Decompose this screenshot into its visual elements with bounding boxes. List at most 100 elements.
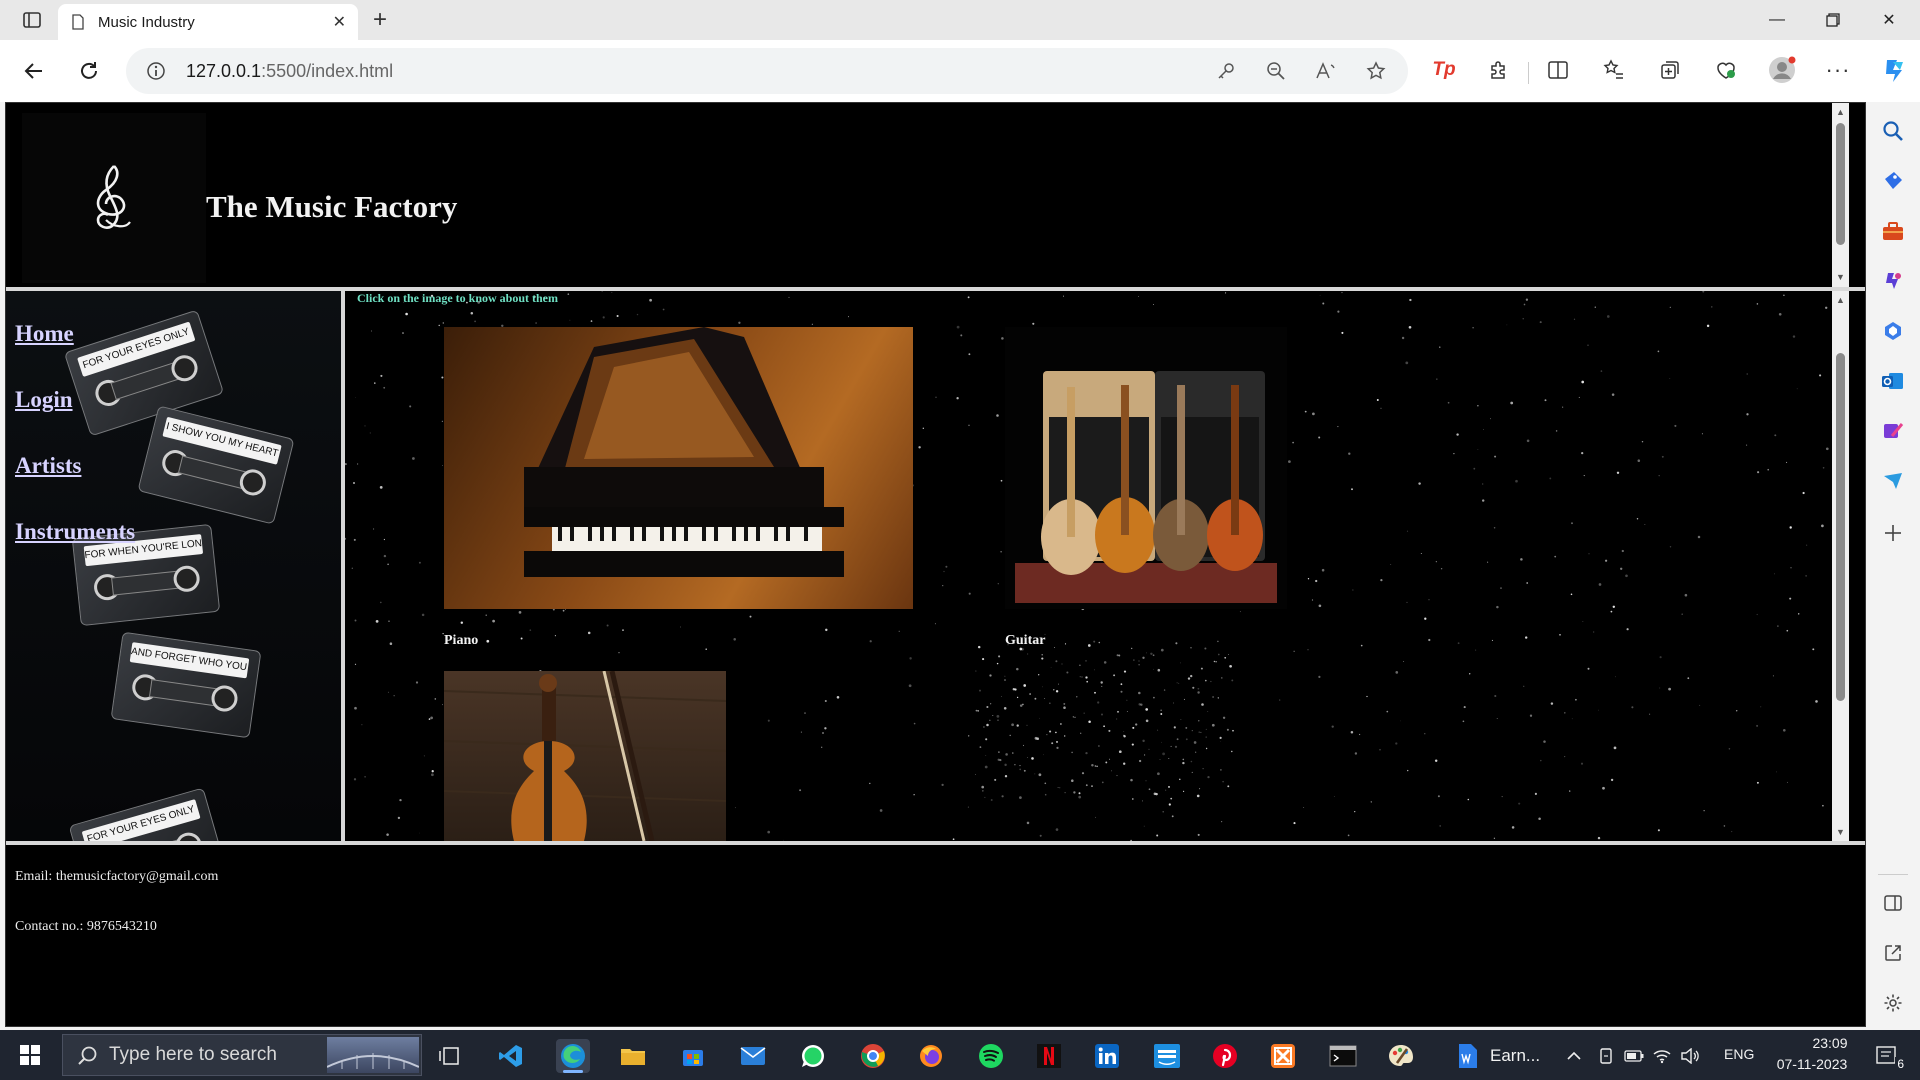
sidebar-open-external-icon[interactable] <box>1880 940 1906 966</box>
guitar-image[interactable] <box>1005 327 1287 609</box>
whatsapp-icon[interactable] <box>796 1039 830 1073</box>
minimize-window-button[interactable]: — <box>1750 0 1804 40</box>
prime-video-icon[interactable] <box>1150 1039 1184 1073</box>
vscode-icon[interactable] <box>494 1039 528 1073</box>
address-bar[interactable]: 127.0.0.1:5500/index.html <box>126 48 1408 94</box>
main-scrollbar-thumb[interactable] <box>1836 353 1845 701</box>
sidebar-settings-gear-icon[interactable] <box>1880 990 1906 1016</box>
star-dot <box>1825 306 1828 309</box>
scroll-down-arrow-icon[interactable]: ▼ <box>1835 826 1846 837</box>
star-dot <box>1088 720 1091 723</box>
profile-avatar[interactable] <box>1768 56 1796 84</box>
device-connect-icon[interactable] <box>1596 1039 1616 1073</box>
favorites-list-icon[interactable] <box>1600 56 1628 84</box>
read-aloud-icon[interactable] <box>1314 59 1338 83</box>
scroll-down-arrow-icon[interactable]: ▼ <box>1835 271 1846 282</box>
star-dot <box>1200 731 1202 733</box>
file-explorer-icon[interactable] <box>616 1039 650 1073</box>
star-dot <box>869 782 871 785</box>
sidebar-games-icon[interactable] <box>1880 268 1906 294</box>
microsoft-store-icon[interactable] <box>676 1039 710 1073</box>
wifi-icon[interactable] <box>1652 1039 1672 1073</box>
sidebar-designer-icon[interactable] <box>1880 418 1906 444</box>
search-placeholder: Type here to search <box>109 1044 277 1065</box>
site-info-icon[interactable] <box>146 61 166 86</box>
sidebar-microsoft365-icon[interactable] <box>1880 318 1906 344</box>
xampp-icon[interactable] <box>1266 1039 1300 1073</box>
sidebar-tools-icon[interactable] <box>1880 218 1906 244</box>
star-dot <box>1379 748 1381 751</box>
nav-link-artists[interactable]: Artists <box>15 453 81 479</box>
star-dot <box>1477 405 1479 407</box>
close-tab-icon[interactable]: ✕ <box>333 12 346 32</box>
tp-extension-icon[interactable]: Tp <box>1430 56 1458 84</box>
battery-icon[interactable] <box>1624 1039 1644 1073</box>
browser-essentials-icon[interactable] <box>1712 56 1740 84</box>
extensions-puzzle-icon[interactable] <box>1485 56 1513 84</box>
more-options-icon[interactable]: ··· <box>1824 56 1852 84</box>
star-dot <box>1580 762 1584 765</box>
chrome-icon[interactable] <box>856 1039 890 1073</box>
nav-link-instruments[interactable]: Instruments <box>15 519 135 545</box>
star-dot <box>1101 781 1104 784</box>
pinterest-icon[interactable] <box>1208 1039 1242 1073</box>
star-dot <box>1056 746 1059 750</box>
taskbar-word-document[interactable]: Earn... <box>1452 1039 1542 1073</box>
sidebar-shopping-icon[interactable] <box>1880 168 1906 194</box>
refresh-button[interactable] <box>72 54 106 88</box>
header-scrollbar-thumb[interactable] <box>1836 123 1845 245</box>
close-window-button[interactable]: ✕ <box>1862 0 1916 40</box>
task-view-icon[interactable] <box>432 1039 466 1073</box>
main-scrollbar[interactable]: ▲ ▼ <box>1832 291 1849 841</box>
sidebar-search-icon[interactable] <box>1880 118 1906 144</box>
favorite-star-icon[interactable] <box>1364 59 1388 83</box>
copilot-icon[interactable] <box>1876 54 1912 88</box>
tab-actions-icon[interactable] <box>14 8 50 32</box>
sidebar-add-icon[interactable] <box>1880 520 1906 546</box>
paint-icon[interactable] <box>1384 1039 1418 1073</box>
show-hidden-icons-chevron-icon[interactable] <box>1564 1039 1584 1073</box>
star-dot <box>611 292 613 293</box>
star-dot <box>470 311 474 315</box>
header-scrollbar[interactable]: ▲ ▼ <box>1832 103 1849 287</box>
browser-tab-active[interactable]: Music Industry ✕ <box>58 4 358 40</box>
split-screen-icon[interactable] <box>1544 56 1572 84</box>
scroll-up-arrow-icon[interactable]: ▲ <box>1835 294 1846 305</box>
back-button[interactable] <box>17 54 51 88</box>
url-text[interactable]: 127.0.0.1:5500/index.html <box>186 61 393 82</box>
restore-window-button[interactable] <box>1806 0 1860 40</box>
netflix-icon[interactable] <box>1032 1039 1066 1073</box>
windows-start-icon[interactable] <box>8 1038 52 1072</box>
star-dot <box>1131 798 1134 800</box>
password-key-icon[interactable] <box>1214 59 1238 83</box>
guitar-label[interactable]: Guitar <box>1005 633 1045 649</box>
taskbar-search-input[interactable]: Type here to search <box>62 1034 422 1076</box>
violin-image[interactable] <box>444 671 726 841</box>
sidebar-outlook-icon[interactable] <box>1880 368 1906 394</box>
sidebar-send-icon[interactable] <box>1880 468 1906 494</box>
zoom-out-icon[interactable] <box>1264 59 1288 83</box>
piano-image[interactable] <box>444 327 913 609</box>
star-dot <box>1341 292 1343 294</box>
edge-browser-icon[interactable] <box>556 1039 590 1073</box>
spotify-icon[interactable] <box>974 1039 1008 1073</box>
clock-time[interactable]: 23:09 <box>1790 1035 1870 1051</box>
mail-icon[interactable] <box>736 1039 770 1073</box>
clock-date[interactable]: 07-11-2023 <box>1762 1056 1862 1072</box>
nav-link-login[interactable]: Login <box>15 387 73 413</box>
sidebar-panel-icon[interactable] <box>1880 890 1906 916</box>
scroll-up-arrow-icon[interactable]: ▲ <box>1835 106 1846 117</box>
new-tab-button[interactable]: + <box>366 6 394 34</box>
language-indicator[interactable]: ENG <box>1724 1046 1754 1062</box>
notifications-icon[interactable]: 6 <box>1870 1039 1906 1073</box>
volume-icon[interactable] <box>1680 1039 1700 1073</box>
linkedin-icon[interactable] <box>1090 1039 1124 1073</box>
piano-label[interactable]: Piano <box>444 633 478 649</box>
collections-icon[interactable] <box>1656 56 1684 84</box>
terminal-icon[interactable] <box>1326 1039 1360 1073</box>
star-dot <box>460 621 464 624</box>
star-dot <box>1152 654 1155 657</box>
firefox-icon[interactable] <box>914 1039 948 1073</box>
nav-link-home[interactable]: Home <box>15 321 74 347</box>
star-dot <box>1825 447 1829 451</box>
